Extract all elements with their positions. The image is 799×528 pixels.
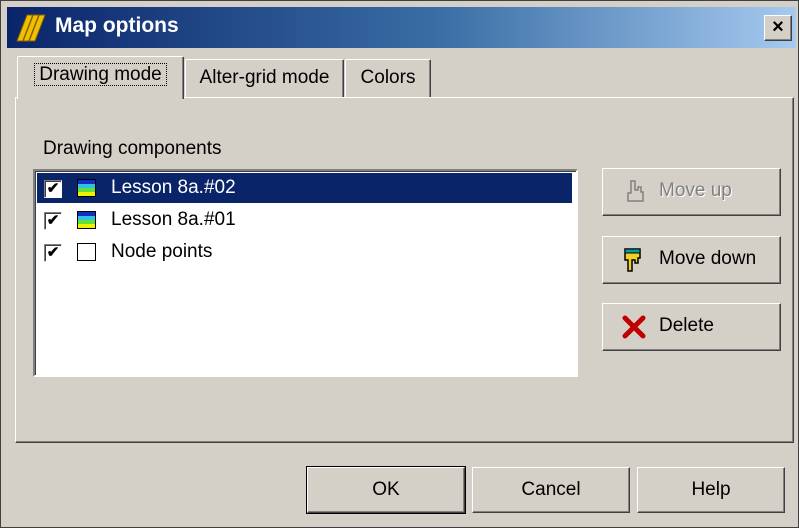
- tab-alter-grid-mode-label: Alter-grid mode: [199, 67, 330, 88]
- checkbox[interactable]: ✔: [44, 212, 62, 230]
- help-label: Help: [691, 479, 731, 500]
- list-item[interactable]: ✔ Node points: [37, 237, 572, 267]
- drawing-components-list[interactable]: ✔ Lesson 8a.#02 ✔ Lesson 8a.#01 ✔ Node p…: [33, 169, 578, 377]
- list-item[interactable]: ✔ Lesson 8a.#01: [37, 205, 572, 235]
- delete-x-icon: [622, 315, 646, 339]
- list-item-label: Lesson 8a.#02: [111, 174, 236, 202]
- tab-colors[interactable]: Colors: [345, 59, 431, 98]
- list-item-label: Node points: [111, 241, 213, 262]
- colormap-swatch-icon: [77, 179, 96, 197]
- title-bar[interactable]: Map options ×: [7, 7, 796, 48]
- move-up-button[interactable]: Move up: [602, 168, 781, 216]
- hand-pointing-up-icon: [627, 180, 644, 202]
- drawing-components-label: Drawing components: [43, 138, 222, 159]
- list-item-label: Lesson 8a.#01: [111, 209, 236, 230]
- delete-button[interactable]: Delete: [602, 303, 781, 351]
- tab-colors-label: Colors: [360, 67, 416, 88]
- checkbox[interactable]: ✔: [44, 180, 62, 198]
- tab-alter-grid-mode[interactable]: Alter-grid mode: [185, 59, 344, 98]
- checkbox[interactable]: ✔: [44, 244, 62, 262]
- close-button[interactable]: ×: [764, 15, 792, 41]
- ok-button[interactable]: OK: [306, 466, 466, 514]
- dialog-title: Map options: [55, 14, 179, 37]
- tab-drawing-mode[interactable]: Drawing mode: [17, 56, 184, 99]
- delete-label: Delete: [659, 315, 714, 336]
- ok-label: OK: [372, 479, 400, 500]
- move-up-label: Move up: [659, 180, 732, 201]
- list-item[interactable]: ✔ Lesson 8a.#02: [37, 173, 572, 203]
- map-options-dialog: Map options × Drawing mode Alter-grid mo…: [0, 0, 799, 528]
- tab-drawing-mode-label: Drawing mode: [34, 63, 167, 86]
- help-button[interactable]: Help: [637, 467, 785, 513]
- move-down-button[interactable]: Move down: [602, 236, 781, 284]
- empty-swatch-icon: [77, 243, 96, 261]
- colormap-swatch-icon: [77, 211, 96, 229]
- close-icon: ×: [772, 16, 784, 38]
- move-down-label: Move down: [659, 248, 757, 269]
- cancel-button[interactable]: Cancel: [472, 467, 630, 513]
- hand-pointing-down-icon: [624, 248, 641, 272]
- map-app-icon: [16, 14, 46, 42]
- cancel-label: Cancel: [521, 479, 581, 500]
